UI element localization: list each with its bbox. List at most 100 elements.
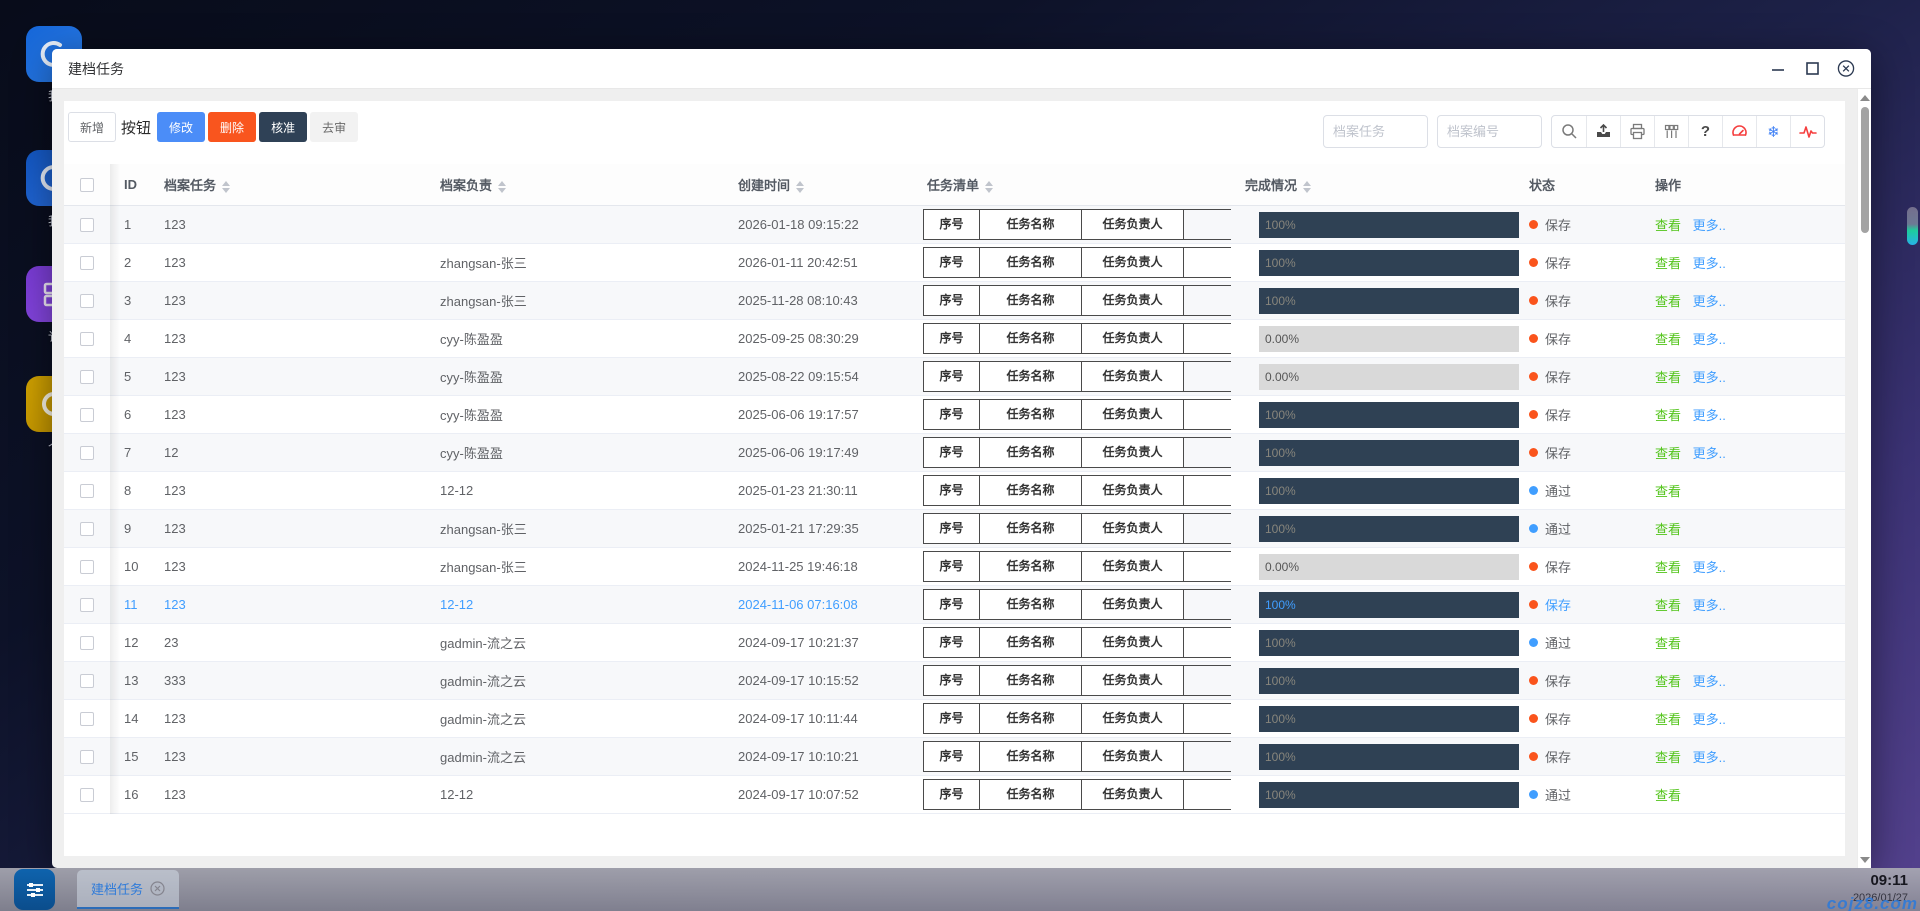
table-row[interactable]: 7 12 cyy-陈盈盈 2025-06-06 19:17:49 序号 任务名称… [64, 434, 1845, 472]
scroll-up-icon[interactable] [1860, 95, 1870, 101]
more-link[interactable]: 更多.. [1693, 712, 1726, 727]
more-link[interactable]: 更多.. [1693, 370, 1726, 385]
table-row[interactable]: 11 123 12-12 2024-11-06 07:16:08 序号 任务名称… [64, 586, 1845, 624]
status-label: 保存 [1545, 671, 1571, 690]
row-checkbox[interactable] [80, 674, 94, 688]
sort-icon[interactable] [1303, 181, 1311, 193]
view-link[interactable]: 查看 [1655, 636, 1681, 651]
table-row[interactable]: 5 123 cyy-陈盈盈 2025-08-22 09:15:54 序号 任务名… [64, 358, 1845, 396]
row-checkbox[interactable] [80, 218, 94, 232]
view-link[interactable]: 查看 [1655, 408, 1681, 423]
table-row[interactable]: 12 23 gadmin-流之云 2024-09-17 10:21:37 序号 … [64, 624, 1845, 662]
approve-button[interactable]: 核准 [259, 112, 307, 142]
view-link[interactable]: 查看 [1655, 750, 1681, 765]
export-icon[interactable] [1586, 116, 1620, 147]
row-checkbox[interactable] [80, 408, 94, 422]
snowflake-icon[interactable]: ❄ [1756, 116, 1790, 147]
search-icon[interactable] [1552, 116, 1586, 147]
row-checkbox[interactable] [80, 522, 94, 536]
table-row[interactable]: 3 123 zhangsan-张三 2025-11-28 08:10:43 序号… [64, 282, 1845, 320]
more-link[interactable]: 更多.. [1693, 294, 1726, 309]
view-link[interactable]: 查看 [1655, 370, 1681, 385]
table-row[interactable]: 8 123 12-12 2025-01-23 21:30:11 序号 任务名称 … [64, 472, 1845, 510]
view-link[interactable]: 查看 [1655, 484, 1681, 499]
row-checkbox[interactable] [80, 788, 94, 802]
add-button[interactable]: 新增 [68, 112, 116, 142]
table-row[interactable]: 9 123 zhangsan-张三 2025-01-21 17:29:35 序号… [64, 510, 1845, 548]
view-link[interactable]: 查看 [1655, 674, 1681, 689]
tab-close-icon[interactable] [150, 881, 165, 896]
table-row[interactable]: 16 123 12-12 2024-09-17 10:07:52 序号 任务名称… [64, 776, 1845, 814]
more-link[interactable]: 更多.. [1693, 674, 1726, 689]
archive-task-input[interactable] [1323, 115, 1428, 148]
table-row[interactable]: 10 123 zhangsan-张三 2024-11-25 19:46:18 序… [64, 548, 1845, 586]
minimize-button[interactable] [1769, 60, 1787, 78]
more-link[interactable]: 更多.. [1693, 598, 1726, 613]
archive-code-input[interactable] [1437, 115, 1542, 148]
row-checkbox[interactable] [80, 750, 94, 764]
table-row[interactable]: 1 123 2026-01-18 09:15:22 序号 任务名称 任务负责人 … [64, 206, 1845, 244]
taskbar-settings-button[interactable] [14, 869, 55, 910]
row-checkbox[interactable] [80, 446, 94, 460]
more-link[interactable]: 更多.. [1693, 332, 1726, 347]
view-link[interactable]: 查看 [1655, 598, 1681, 613]
view-link[interactable]: 查看 [1655, 446, 1681, 461]
row-checkbox[interactable] [80, 256, 94, 270]
more-link[interactable]: 更多.. [1693, 408, 1726, 423]
sort-icon[interactable] [498, 181, 506, 193]
unaudit-button[interactable]: 去审 [310, 112, 358, 142]
col-task[interactable]: 档案任务 [150, 175, 426, 194]
col-owner[interactable]: 档案负责 [426, 175, 724, 194]
sort-icon[interactable] [796, 181, 804, 193]
col-tasklist[interactable]: 任务清单 [915, 175, 1231, 194]
table-row[interactable]: 14 123 gadmin-流之云 2024-09-17 10:11:44 序号… [64, 700, 1845, 738]
row-checkbox[interactable] [80, 598, 94, 612]
view-link[interactable]: 查看 [1655, 788, 1681, 803]
more-link[interactable]: 更多.. [1693, 218, 1726, 233]
view-link[interactable]: 查看 [1655, 256, 1681, 271]
pulse-icon[interactable] [1790, 116, 1824, 147]
scroll-down-icon[interactable] [1860, 857, 1870, 863]
print-icon[interactable] [1620, 116, 1654, 147]
view-link[interactable]: 查看 [1655, 560, 1681, 575]
maximize-button[interactable] [1803, 60, 1821, 78]
row-checkbox[interactable] [80, 294, 94, 308]
row-id: 3 [110, 293, 150, 308]
columns-icon[interactable] [1654, 116, 1688, 147]
more-link[interactable]: 更多.. [1693, 446, 1726, 461]
sort-icon[interactable] [985, 181, 993, 193]
help-icon[interactable]: ? [1688, 116, 1722, 147]
view-link[interactable]: 查看 [1655, 332, 1681, 347]
row-checkbox[interactable] [80, 636, 94, 650]
view-link[interactable]: 查看 [1655, 294, 1681, 309]
view-link[interactable]: 查看 [1655, 522, 1681, 537]
table-row[interactable]: 2 123 zhangsan-张三 2026-01-11 20:42:51 序号… [64, 244, 1845, 282]
row-checkbox[interactable] [80, 484, 94, 498]
edge-widget[interactable] [1907, 207, 1918, 245]
view-link[interactable]: 查看 [1655, 218, 1681, 233]
window-scrollbar[interactable] [1857, 89, 1871, 868]
more-link[interactable]: 更多.. [1693, 560, 1726, 575]
table-row[interactable]: 15 123 gadmin-流之云 2024-09-17 10:10:21 序号… [64, 738, 1845, 776]
delete-button[interactable]: 删除 [208, 112, 256, 142]
select-all-checkbox[interactable] [80, 178, 94, 192]
close-button[interactable] [1837, 60, 1855, 78]
edit-button[interactable]: 修改 [157, 112, 205, 142]
row-checkbox[interactable] [80, 370, 94, 384]
more-link[interactable]: 更多.. [1693, 256, 1726, 271]
col-progress[interactable]: 完成情况 [1231, 175, 1515, 194]
table-row[interactable]: 13 333 gadmin-流之云 2024-09-17 10:15:52 序号… [64, 662, 1845, 700]
view-link[interactable]: 查看 [1655, 712, 1681, 727]
row-checkbox[interactable] [80, 712, 94, 726]
taskbar-tab-archive-task[interactable]: 建档任务 [77, 870, 179, 909]
gauge-icon[interactable] [1722, 116, 1756, 147]
status-dot-icon [1529, 410, 1538, 419]
more-link[interactable]: 更多.. [1693, 750, 1726, 765]
row-checkbox[interactable] [80, 332, 94, 346]
col-created[interactable]: 创建时间 [724, 175, 915, 194]
table-row[interactable]: 4 123 cyy-陈盈盈 2025-09-25 08:30:29 序号 任务名… [64, 320, 1845, 358]
row-checkbox[interactable] [80, 560, 94, 574]
scrollbar-thumb[interactable] [1861, 107, 1869, 233]
sort-icon[interactable] [222, 181, 230, 193]
table-row[interactable]: 6 123 cyy-陈盈盈 2025-06-06 19:17:57 序号 任务名… [64, 396, 1845, 434]
